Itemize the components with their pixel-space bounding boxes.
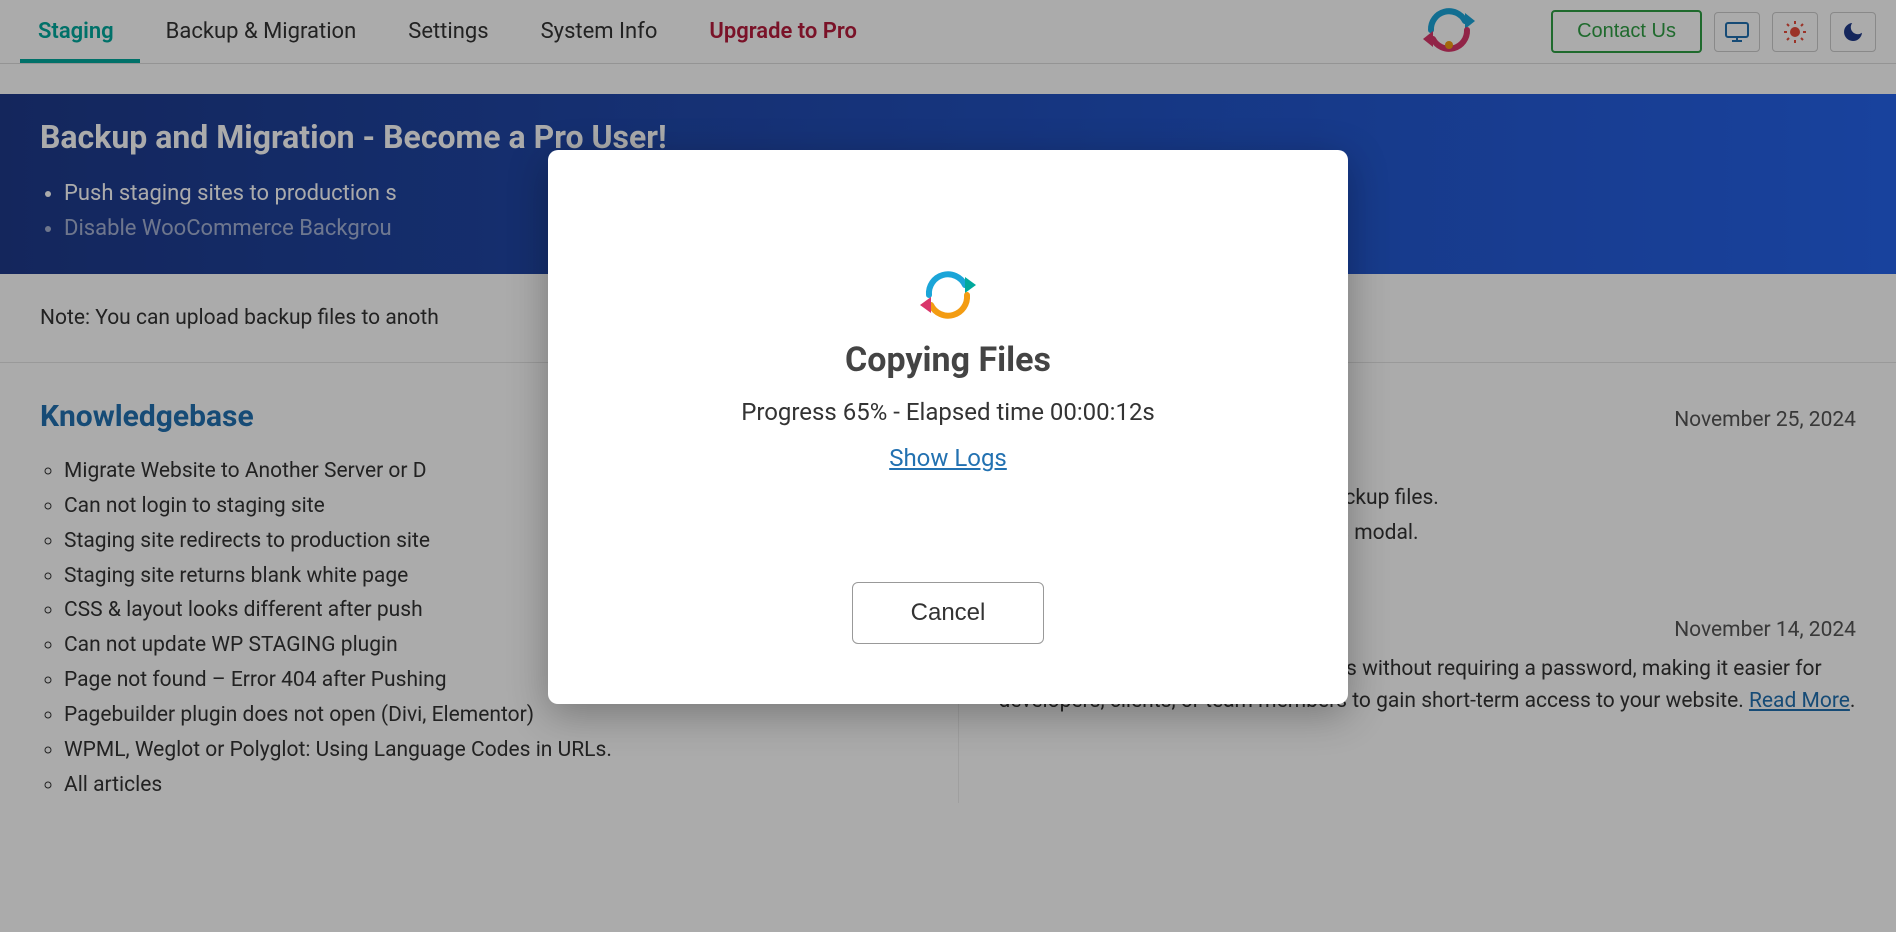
progress-modal: Copying Files Progress 65% - Elapsed tim… xyxy=(548,150,1348,704)
cancel-button[interactable]: Cancel xyxy=(852,582,1045,644)
modal-logo-icon xyxy=(588,270,1308,320)
modal-overlay: Copying Files Progress 65% - Elapsed tim… xyxy=(0,0,1896,932)
modal-progress-text: Progress 65% - Elapsed time 00:00:12s xyxy=(588,398,1308,426)
modal-title: Copying Files xyxy=(588,340,1308,380)
show-logs-link[interactable]: Show Logs xyxy=(889,444,1007,472)
